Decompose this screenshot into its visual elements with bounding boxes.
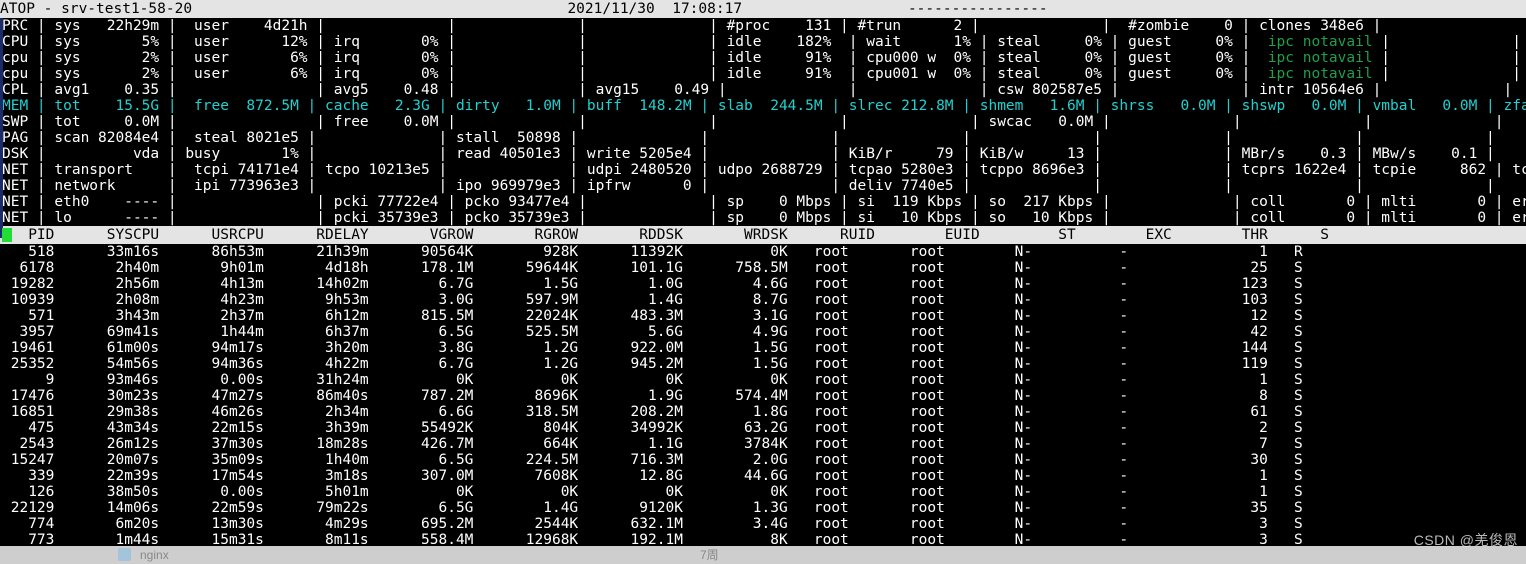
titlebar: ATOP - srv-test1-58-20 2021/11/30 17:08:… xyxy=(0,0,1526,18)
process-row[interactable]: 19461 61m00s 94m17s 3h20m 3.8G 1.2G 922.… xyxy=(2,340,1526,356)
sysstat-segment: | | xyxy=(1372,66,1521,82)
sysstat-segment: | | xyxy=(1372,34,1521,50)
process-row[interactable]: 2543 26m12s 37m30s 18m28s 426.7M 664K 1.… xyxy=(2,436,1526,452)
left-gutter-stripe xyxy=(0,18,3,238)
sysstat-line-cpl: CPL | avg1 0.35 | | avg5 0.48 | | avg15 … xyxy=(2,82,1526,98)
sysstat-line-net-lo: NET | lo ---- | | pcki 35739e3 | pcko 35… xyxy=(2,210,1526,226)
taskbar-app-icon[interactable] xyxy=(118,548,131,561)
sysstat-line-mem: MEM | tot 15.5G | free 872.5M | cache 2.… xyxy=(2,98,1526,114)
process-row[interactable]: 3957 69m41s 1h44m 6h37m 6.5G 525.5M 5.6G… xyxy=(2,324,1526,340)
sysstat-line-prc: PRC | sys 22h29m | user 4d21h | | | | #p… xyxy=(2,18,1382,34)
sysstat-line-dsk: DSK | vda | busy 1% | | read 40501e3 | w… xyxy=(2,146,1526,162)
ipc-notavail-label: ipc notavail xyxy=(1267,50,1373,66)
terminal-cursor xyxy=(2,228,12,242)
titlebar-spacer1 xyxy=(192,1,567,17)
process-row[interactable]: 25352 54m56s 94m36s 4h22m 6.7G 1.2G 945.… xyxy=(2,356,1526,372)
taskbar-inner: nginx 7周 xyxy=(0,546,1526,564)
sysstat-line-net-eth0: NET | eth0 ---- | | pcki 77722e4 | pcko … xyxy=(2,194,1526,210)
sysstat-segment: cpu | sys 2% | user 6% | irq 0% | | | id… xyxy=(2,66,1268,82)
process-row[interactable]: 9 93m46s 0.00s 31h24m 0K 0K 0K 0K root r… xyxy=(2,372,1526,388)
system-stats-area: PRC | sys 22h29m | user 4d21h | | | | #p… xyxy=(0,18,1526,226)
sysstat-segment: CPU | sys 5% | user 12% | irq 0% | | | i… xyxy=(2,34,1268,50)
sysstat-line-net-network: NET | network | ipi 773963e3 | | ipo 969… xyxy=(2,178,1526,194)
process-row[interactable]: 518 33m16s 86h53m 21h39m 90564K 928K 113… xyxy=(2,244,1526,260)
process-table-header: PID SYSCPU USRCPU RDELAY VGROW RGROW RDD… xyxy=(0,226,1526,244)
process-row[interactable]: 475 43m34s 22m15s 3h39m 55492K 804K 3499… xyxy=(2,420,1526,436)
sysstat-segment: | | xyxy=(1372,50,1521,66)
process-row[interactable]: 16851 29m38s 46m26s 2h34m 6.6G 318.5M 20… xyxy=(2,404,1526,420)
sysstat-line-net-transport: NET | transport | tcpi 74171e4 | tcpo 10… xyxy=(2,162,1526,178)
process-row[interactable]: 15247 20m07s 35m09s 1h40m 6.5G 224.5M 71… xyxy=(2,452,1526,468)
process-row[interactable]: 6178 2h40m 9h01m 4d18h 178.1M 59644K 101… xyxy=(2,260,1526,276)
atop-terminal-window: ATOP - srv-test1-58-20 2021/11/30 17:08:… xyxy=(0,0,1526,564)
process-row[interactable]: 19282 2h56m 4h13m 14h02m 6.7G 1.5G 1.0G … xyxy=(2,276,1526,292)
process-row[interactable]: 10939 2h08m 4h23m 9h53m 3.0G 597.9M 1.4G… xyxy=(2,292,1526,308)
sysstat-line-cpu0: cpu | sys 2% | user 6% | irq 0% | | | id… xyxy=(2,50,1526,66)
process-row[interactable]: 571 3h43m 2h37m 6h12m 815.5M 22024K 483.… xyxy=(2,308,1526,324)
process-row[interactable]: 339 22m39s 17m54s 3m18s 307.0M 7608K 12.… xyxy=(2,468,1526,484)
process-row[interactable]: 774 6m20s 13m30s 4m29s 695.2M 2544K 632.… xyxy=(2,516,1526,532)
ipc-notavail-label: ipc notavail xyxy=(1267,66,1373,82)
sysstat-segment: cpu | sys 2% | user 6% | irq 0% | | | id… xyxy=(2,50,1268,66)
taskbar-item-secondary[interactable]: 7周 xyxy=(700,547,719,563)
process-row[interactable]: 17476 30m23s 47m27s 86m40s 787.2M 8696K … xyxy=(2,388,1526,404)
process-row[interactable]: 126 38m50s 0.00s 5h01m 0K 0K 0K 0K root … xyxy=(2,484,1526,500)
taskbar-item-nginx[interactable]: nginx xyxy=(140,547,169,563)
titlebar-dashes: ---------------- xyxy=(907,1,1048,17)
os-taskbar[interactable]: nginx 7周 xyxy=(0,546,1526,564)
ipc-notavail-label: ipc notavail xyxy=(1267,34,1373,50)
app-title: ATOP - srv-test1-58-20 xyxy=(0,1,193,17)
process-table-body: 518 33m16s 86h53m 21h39m 90564K 928K 113… xyxy=(0,244,1526,548)
titlebar-datetime: 2021/11/30 17:08:17 xyxy=(567,1,743,17)
titlebar-spacer2 xyxy=(742,1,908,17)
process-row[interactable]: 22129 14m06s 22m59s 79m22s 6.5G 1.4G 912… xyxy=(2,500,1526,516)
sysstat-line-pag: PAG | scan 82084e4 | steal 8021e5 | | st… xyxy=(2,130,1526,146)
sysstat-line-cpu1: cpu | sys 2% | user 6% | irq 0% | | | id… xyxy=(2,66,1526,82)
sysstat-line-cpu: CPU | sys 5% | user 12% | irq 0% | | | i… xyxy=(2,34,1526,50)
sysstat-line-swp: SWP | tot 0.0M | | free 0.0M | | | | | s… xyxy=(2,114,1526,130)
